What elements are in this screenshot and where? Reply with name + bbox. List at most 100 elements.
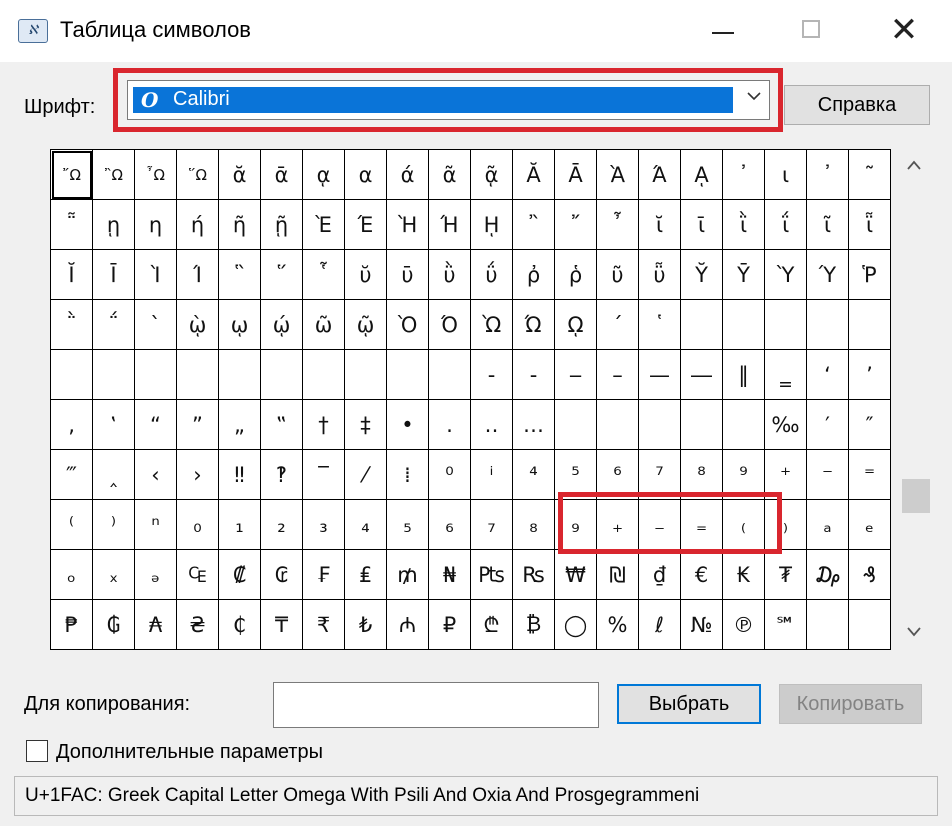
symbol-cell[interactable]: ῀	[849, 150, 891, 200]
symbol-cell[interactable]: Ῐ	[51, 250, 93, 300]
symbol-cell[interactable]: ᾼ	[681, 150, 723, 200]
symbol-cell[interactable]: ⁻	[807, 450, 849, 500]
symbol-cell[interactable]: ‹	[135, 450, 177, 500]
symbol-cell[interactable]: ᾽	[723, 150, 765, 200]
symbol-cell[interactable]: ῭	[51, 300, 93, 350]
symbol-cell[interactable]: ⁰	[429, 450, 471, 500]
symbol-cell[interactable]: ‽	[261, 450, 303, 500]
symbol-cell[interactable]: α	[345, 150, 387, 200]
symbol-cell[interactable]: ῡ	[387, 250, 429, 300]
symbol-cell[interactable]	[807, 600, 849, 650]
symbol-cell[interactable]: €	[681, 550, 723, 600]
symbol-cell[interactable]: ′	[807, 400, 849, 450]
symbol-cell[interactable]	[135, 350, 177, 400]
symbol-cell[interactable]: —	[639, 350, 681, 400]
symbol-cell[interactable]: ₪	[597, 550, 639, 600]
advanced-options-checkbox[interactable]	[26, 740, 48, 762]
symbol-cell[interactable]: ₡	[219, 550, 261, 600]
symbol-cell[interactable]: `	[135, 300, 177, 350]
symbol-cell[interactable]: ”	[177, 400, 219, 450]
symbol-cell[interactable]: ῞Ω	[177, 150, 219, 200]
symbol-cell[interactable]: ₢	[261, 550, 303, 600]
symbol-cell[interactable]: ₧	[471, 550, 513, 600]
symbol-cell[interactable]	[261, 350, 303, 400]
symbol-cell[interactable]	[723, 300, 765, 350]
symbol-cell[interactable]: Ά	[639, 150, 681, 200]
symbol-cell[interactable]: Ύ	[807, 250, 849, 300]
symbol-cell[interactable]: ΐ	[765, 200, 807, 250]
scroll-thumb[interactable]	[902, 479, 930, 513]
symbol-cell[interactable]: ‒	[555, 350, 597, 400]
advanced-options-label[interactable]: Дополнительные параметры	[56, 741, 323, 764]
symbol-cell[interactable]: ⁄	[345, 450, 387, 500]
symbol-cell[interactable]: ―	[681, 350, 723, 400]
symbol-cell[interactable]: ῤ	[513, 250, 555, 300]
symbol-cell[interactable]	[639, 400, 681, 450]
close-button[interactable]: ✕	[882, 8, 926, 52]
symbol-cell[interactable]: ‛	[93, 400, 135, 450]
symbol-cell[interactable]: ‰	[765, 400, 807, 450]
symbol-cell[interactable]: ῆ	[219, 200, 261, 250]
symbol-cell[interactable]: ῎	[555, 200, 597, 250]
symbol-cell[interactable]: ῟	[303, 250, 345, 300]
symbol-cell[interactable]: ῳ	[219, 300, 261, 350]
symbol-cell[interactable]: ⁺	[765, 450, 807, 500]
symbol-cell[interactable]	[51, 350, 93, 400]
symbol-cell[interactable]: ⁴	[513, 450, 555, 500]
symbol-cell[interactable]: Ῡ	[723, 250, 765, 300]
character-grid[interactable]: ῎Ω ῍Ω ῏Ω ῞Ω ᾰ ᾱ ᾳ α ά ᾶ ᾷ Ᾰ Ᾱ Ὰ Ά ᾼ ᾽ ι ᾿ ῀ ῁ ῃ η ή ῆ ῇ Ὲ Έ Ὴ Ή ῌ ῍ ῎ ῏ ῐ ῑ…	[50, 149, 891, 650]
symbol-cell[interactable]: ᾳ	[303, 150, 345, 200]
symbol-cell[interactable]: ⁾	[93, 500, 135, 550]
symbol-cell[interactable]: ₮	[765, 550, 807, 600]
symbol-cell[interactable]: Ῥ	[849, 250, 891, 300]
symbol-cell[interactable]: ⁸	[681, 450, 723, 500]
symbol-cell[interactable]: ῎Ω	[51, 150, 93, 200]
symbol-cell[interactable]: ῶ	[303, 300, 345, 350]
symbol-cell[interactable]: ‸	[93, 450, 135, 500]
symbol-cell[interactable]: ›	[177, 450, 219, 500]
symbol-cell[interactable]	[303, 350, 345, 400]
symbol-cell[interactable]: №	[681, 600, 723, 650]
symbol-cell[interactable]: ‚	[51, 400, 93, 450]
symbol-cell[interactable]: %	[597, 600, 639, 650]
symbol-cell[interactable]	[681, 300, 723, 350]
symbol-cell[interactable]: ₺	[345, 600, 387, 650]
symbol-cell[interactable]: ″	[849, 400, 891, 450]
symbol-cell[interactable]: ₍	[723, 500, 765, 550]
symbol-cell[interactable]: ‑	[513, 350, 555, 400]
symbol-cell[interactable]: ῧ	[639, 250, 681, 300]
symbol-cell[interactable]: ᾱ	[261, 150, 303, 200]
symbol-cell[interactable]: ῇ	[261, 200, 303, 250]
symbol-cell[interactable]: ₲	[93, 600, 135, 650]
symbol-cell[interactable]: Ᾰ	[513, 150, 555, 200]
symbol-cell[interactable]: ℗	[723, 600, 765, 650]
help-button[interactable]: Справка	[784, 85, 930, 125]
symbol-cell[interactable]: ῝	[219, 250, 261, 300]
symbol-cell[interactable]: ₋	[639, 500, 681, 550]
symbol-cell[interactable]: –	[597, 350, 639, 400]
symbol-cell[interactable]: Ᾱ	[555, 150, 597, 200]
symbol-cell[interactable]: ₒ	[51, 550, 93, 600]
symbol-cell[interactable]: ₼	[387, 600, 429, 650]
symbol-cell[interactable]: ⁶	[597, 450, 639, 500]
symbol-cell[interactable]: ᾿	[807, 150, 849, 200]
symbol-cell[interactable]: “	[135, 400, 177, 450]
symbol-cell[interactable]	[219, 350, 261, 400]
symbol-cell[interactable]: „	[219, 400, 261, 450]
symbol-cell[interactable]	[555, 400, 597, 450]
symbol-cell[interactable]	[387, 350, 429, 400]
maximize-button[interactable]	[790, 8, 834, 52]
symbol-cell[interactable]: ΅	[93, 300, 135, 350]
symbol-cell[interactable]: ‖	[723, 350, 765, 400]
symbol-cell[interactable]: ῞	[261, 250, 303, 300]
symbol-cell[interactable]: ῃ	[93, 200, 135, 250]
symbol-cell[interactable]: ₯	[807, 550, 849, 600]
symbol-cell[interactable]: ῷ	[345, 300, 387, 350]
symbol-cell[interactable]: ι	[765, 150, 807, 200]
symbol-cell[interactable]: ῥ	[555, 250, 597, 300]
symbol-cell[interactable]: ₾	[471, 600, 513, 650]
symbol-cell[interactable]: Ό	[429, 300, 471, 350]
symbol-cell[interactable]: ῢ	[429, 250, 471, 300]
symbol-cell[interactable]: ₽	[429, 600, 471, 650]
symbol-cell[interactable]: ’	[849, 350, 891, 400]
